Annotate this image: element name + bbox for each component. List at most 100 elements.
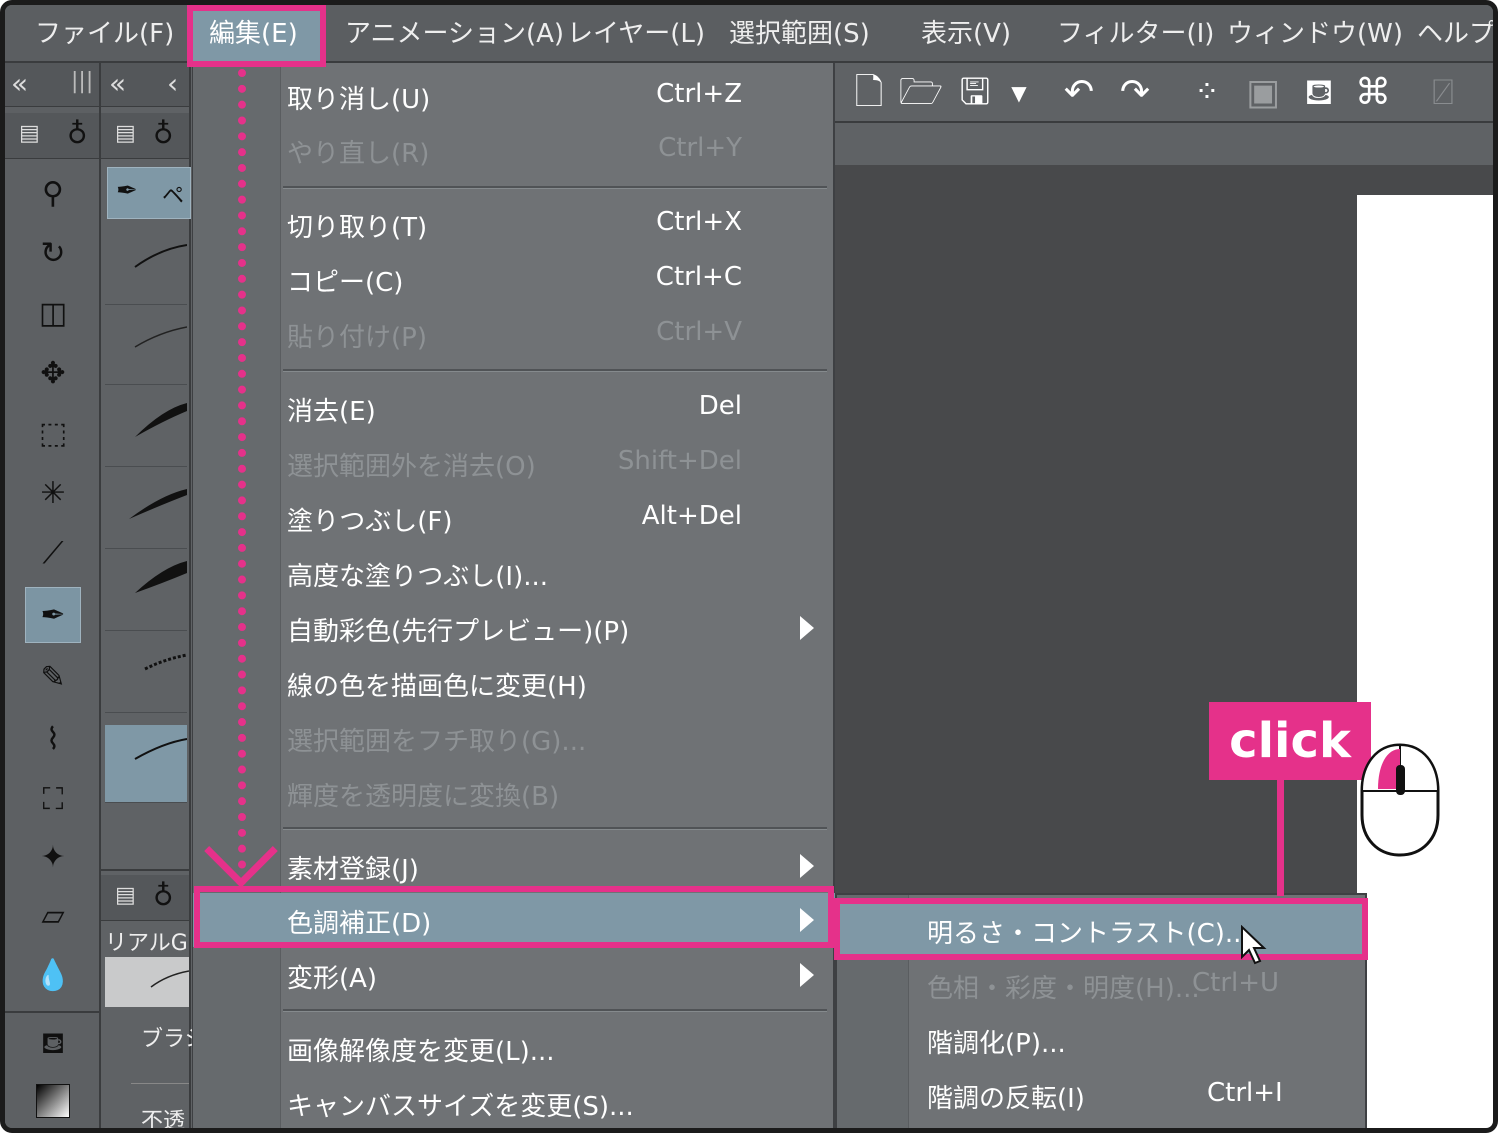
submenu-arrow-icon (800, 963, 814, 987)
transform-icon[interactable]: ⌘ (1349, 69, 1397, 117)
menu-separator (283, 1009, 827, 1012)
brush-preset-2[interactable] (105, 307, 188, 385)
open-folder-icon[interactable]: 🗁 (897, 69, 945, 117)
gradient-swatch-icon (36, 1084, 70, 1118)
menu-item-clear[interactable]: 消去(E) Del (193, 381, 836, 435)
submenu-item-reverse-gradient[interactable]: 階調の反転(I) Ctrl+I (837, 1068, 1365, 1122)
submenu-item-shortcut: Ctrl+I (1207, 1078, 1283, 1108)
decoration-tool-icon[interactable]: ✦ (25, 829, 81, 885)
fill-command-icon[interactable]: ⛾ (1295, 69, 1343, 117)
menu-item-paste[interactable]: 貼り付け(P) Ctrl+V (193, 307, 836, 361)
panel-menu-icon[interactable]: ▤ (19, 121, 40, 146)
brush-preset-5[interactable] (105, 553, 187, 631)
brush-preset-4[interactable] (105, 471, 187, 549)
menu-item-advanced-fill[interactable]: 高度な塗りつぶし(I)... (193, 546, 836, 600)
eraser-tool-icon[interactable]: ▱ (25, 887, 81, 943)
clear-outside-icon[interactable]: ▣ (1239, 69, 1287, 117)
menu-item-auto-coloring[interactable]: 自動彩色(先行プレビュー)(P) (193, 601, 836, 655)
dock-header: « ||| (5, 63, 99, 107)
menu-help[interactable]: ヘルプ(H) (1417, 5, 1493, 63)
menu-item-label: 塗りつぶし(F) (287, 507, 453, 537)
menu-item-label: コピー(C) (287, 268, 404, 298)
fill-tool-icon[interactable]: ⛾ (25, 1017, 81, 1073)
submenu-item-shortcut: Ctrl+U (1192, 968, 1280, 998)
pen-tool-icon[interactable]: ✒ (25, 587, 81, 643)
brush-preset-7[interactable] (105, 725, 188, 803)
magic-wand-icon[interactable]: ✳ (25, 465, 81, 521)
rotate-tool-icon[interactable]: ↻ (25, 225, 81, 281)
menu-item-transform[interactable]: 変形(A) (193, 948, 836, 1002)
menu-item-label: 取り消し(U) (287, 85, 431, 115)
snap-icon[interactable]: ⍁ (1419, 69, 1467, 117)
menu-item-shortcut: Ctrl+V (656, 317, 742, 347)
menu-item-clear-outside[interactable]: 選択範囲外を消去(O) Shift+Del (193, 436, 836, 490)
pencil-tool-icon[interactable]: ✎ (25, 649, 81, 705)
property-pen-nib-icon[interactable]: ♁ (153, 879, 174, 912)
menu-item-shortcut: Shift+Del (617, 446, 742, 476)
menu-item-register-material[interactable]: 素材登録(J) (193, 839, 836, 893)
menu-filter[interactable]: フィルター(I) (1057, 5, 1214, 63)
menu-layer[interactable]: レイヤー(L) (567, 5, 705, 63)
clear-icon[interactable]: ⁘ (1183, 69, 1231, 117)
menu-item-line-color[interactable]: 線の色を描画色に変更(H) (193, 656, 836, 710)
redo-icon[interactable]: ↷ (1111, 69, 1159, 117)
menu-item-luminance-to-opacity[interactable]: 輝度を透明度に変換(B) (193, 766, 836, 820)
menu-item-undo[interactable]: 取り消し(U) Ctrl+Z (193, 69, 836, 123)
menu-item-copy[interactable]: コピー(C) Ctrl+C (193, 252, 836, 306)
sub-dock-tabs: ▤ ♁ (101, 113, 189, 159)
menu-view[interactable]: 表示(V) (921, 5, 1011, 63)
menu-window[interactable]: ウィンドウ(W) (1227, 5, 1403, 63)
save-icon[interactable]: 🖫 (951, 69, 999, 117)
grip-icon[interactable]: ||| (71, 69, 93, 94)
menu-item-label: 輝度を透明度に変換(B) (287, 782, 560, 812)
undo-icon[interactable]: ↶ (1055, 69, 1103, 117)
collapse-sub-icon[interactable]: « (109, 67, 126, 100)
object-tool-icon[interactable]: ◫ (25, 285, 81, 341)
zoom-tool-icon[interactable]: ⚲ (25, 165, 81, 221)
canvas-paper[interactable] (1357, 195, 1493, 1128)
menu-item-label: 素材登録(J) (287, 855, 419, 885)
submenu-item-label: 色相・彩度・明度(H)... (927, 974, 1200, 1004)
menu-item-cut[interactable]: 切り取り(T) Ctrl+X (193, 197, 836, 251)
sub-tool-tab[interactable]: ✒ ペ (107, 167, 191, 219)
submenu-item-label: 階調の反転(I) (927, 1084, 1085, 1114)
pen-nib-icon[interactable]: ♁ (67, 117, 88, 150)
marquee-tool-icon[interactable]: ⬚ (25, 405, 81, 461)
sub-tool-tab-label: ペ (162, 184, 185, 209)
brush-preset-3[interactable] (105, 389, 187, 467)
command-bar: 🗋 🗁 🖫 ▼ ↶ ↷ ⁘ ▣ ⛾ ⌘ ⍁ (835, 63, 1493, 123)
sub-pen-nib-icon[interactable]: ♁ (153, 117, 174, 150)
gradient-tool-icon[interactable] (25, 1073, 81, 1128)
brush-group-label: リアルG (105, 931, 188, 956)
blend-tool-icon[interactable]: 💧 (25, 947, 81, 1003)
sub-panel-menu-icon[interactable]: ▤ (115, 121, 136, 146)
brush-tool-icon[interactable]: ⌇ (25, 711, 81, 767)
submenu-item-posterize[interactable]: 階調化(P)... (837, 1013, 1365, 1067)
brush-preset-1[interactable] (105, 227, 188, 305)
brush-preset-6[interactable] (105, 635, 188, 713)
menu-item-label: 貼り付け(P) (287, 323, 427, 353)
mouse-icon (1360, 743, 1440, 857)
menu-file[interactable]: ファイル(F) (35, 5, 174, 63)
new-file-icon[interactable]: 🗋 (845, 69, 893, 117)
save-dropdown-icon[interactable]: ▼ (995, 69, 1043, 117)
menu-animation[interactable]: アニメーション(A) (345, 5, 564, 63)
collapse-left-icon[interactable]: « (11, 67, 28, 100)
menu-item-canvas-size[interactable]: キャンバスサイズを変更(S)... (193, 1076, 836, 1128)
menu-item-label: 切り取り(T) (287, 213, 428, 243)
submenu-item-hue-saturation[interactable]: 色相・彩度・明度(H)... Ctrl+U (837, 958, 1365, 1012)
move-tool-icon[interactable]: ✥ (25, 345, 81, 401)
eyedropper-icon[interactable]: ⟋ (25, 525, 81, 581)
menu-item-image-resolution[interactable]: 画像解像度を変更(L)... (193, 1021, 836, 1075)
tool-property-tabs: ▤ ♁ (101, 875, 189, 921)
airbrush-tool-icon[interactable]: ⛶ (25, 771, 81, 827)
collapse-more-icon[interactable]: ‹ (167, 67, 178, 100)
menu-item-label: 選択範囲をフチ取り(G)... (287, 727, 587, 757)
property-menu-icon[interactable]: ▤ (115, 883, 136, 908)
menu-item-fill[interactable]: 塗りつぶし(F) Alt+Del (193, 491, 836, 545)
click-callout-stem (1277, 780, 1284, 896)
menu-selection[interactable]: 選択範囲(S) (729, 5, 870, 63)
menu-item-border-selection[interactable]: 選択範囲をフチ取り(G)... (193, 711, 836, 765)
submenu-arrow-icon (800, 854, 814, 878)
menu-item-redo[interactable]: やり直し(R) Ctrl+Y (193, 123, 836, 177)
